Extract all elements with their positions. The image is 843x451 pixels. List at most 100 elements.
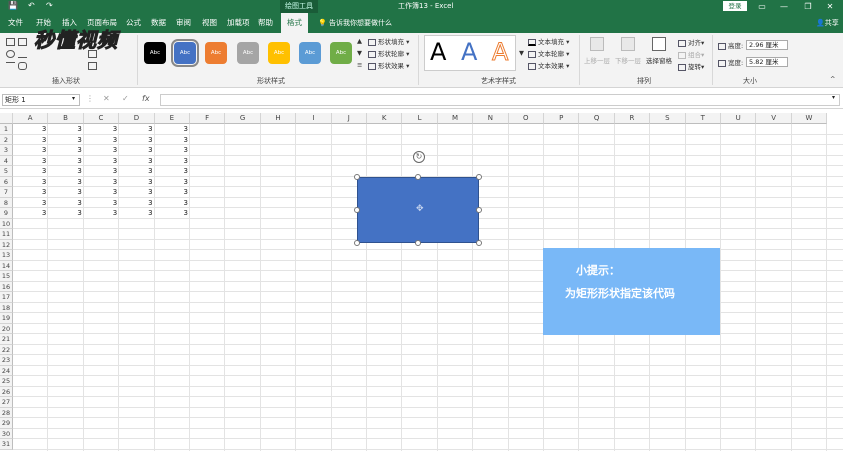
resize-handle-bottom-right[interactable]	[476, 240, 482, 246]
cell[interactable]: 3	[84, 145, 119, 156]
rotate-handle-icon[interactable]: ↻	[413, 151, 425, 163]
row-header[interactable]: 24	[0, 365, 13, 376]
row-header[interactable]: 30	[0, 428, 13, 439]
cell[interactable]: 3	[155, 124, 190, 135]
ribbon-display-icon[interactable]: ▭	[751, 0, 773, 13]
wordart-black[interactable]: A	[430, 36, 446, 68]
tab-data[interactable]: 数据	[151, 13, 166, 33]
resize-handle-top-right[interactable]	[476, 174, 482, 180]
column-header[interactable]: I	[296, 113, 332, 124]
login-button[interactable]: 登录	[723, 1, 747, 11]
gallery-scroll-down-icon[interactable]: ▼	[357, 49, 362, 57]
cell[interactable]: 3	[48, 135, 83, 146]
selection-pane-icon[interactable]	[652, 37, 666, 51]
shape-style-swatch-black[interactable]: Abc	[144, 42, 166, 64]
shape-style-swatch-gold[interactable]: Abc	[268, 42, 290, 64]
row-header[interactable]: 14	[0, 260, 13, 271]
cell[interactable]: 3	[119, 208, 154, 219]
column-header[interactable]: O	[508, 113, 544, 124]
shape-style-swatch-blue[interactable]: Abc	[171, 39, 199, 67]
tell-me-search[interactable]: 💡 告诉我你想要做什么	[318, 13, 392, 33]
row-header[interactable]: 13	[0, 250, 13, 261]
text-box-icon[interactable]	[88, 62, 97, 70]
wordart-blue[interactable]: A	[461, 36, 477, 68]
cancel-icon[interactable]: ✕	[103, 94, 110, 103]
send-backward-button[interactable]: 下移一层	[615, 55, 641, 65]
column-header[interactable]: M	[437, 113, 474, 124]
cell[interactable]: 3	[13, 198, 48, 209]
cell[interactable]: 3	[13, 208, 48, 219]
restore-icon[interactable]: ❐	[797, 0, 819, 13]
column-header[interactable]: N	[473, 113, 509, 124]
cell[interactable]: 3	[119, 145, 154, 156]
row-header[interactable]: 3	[0, 145, 13, 156]
group-button[interactable]: 组合▾	[678, 49, 704, 59]
row-header[interactable]: 25	[0, 376, 13, 387]
cell[interactable]: 3	[13, 166, 48, 177]
shape-effects-button[interactable]: 形状效果 ▾	[368, 60, 409, 70]
cell[interactable]: 3	[48, 208, 83, 219]
column-header[interactable]: A	[13, 113, 49, 124]
bring-forward-icon[interactable]	[590, 37, 604, 51]
cell[interactable]: 3	[48, 166, 83, 177]
shape-style-swatch-orange[interactable]: Abc	[205, 42, 227, 64]
rectangle-shape[interactable]: ✥	[357, 177, 479, 243]
row-header[interactable]: 22	[0, 344, 13, 355]
tab-formulas[interactable]: 公式	[126, 13, 141, 33]
line-shape-icon[interactable]	[6, 62, 15, 70]
cell[interactable]: 3	[84, 177, 119, 188]
row-header[interactable]: 2	[0, 134, 13, 145]
resize-handle-right[interactable]	[476, 207, 482, 213]
cell[interactable]: 3	[48, 187, 83, 198]
gallery-more-icon[interactable]: ≡	[357, 61, 362, 69]
cell[interactable]: 3	[155, 166, 190, 177]
row-header[interactable]: 9	[0, 208, 13, 219]
resize-handle-top-left[interactable]	[354, 174, 360, 180]
row-header[interactable]: 31	[0, 439, 13, 450]
collapse-ribbon-icon[interactable]: ^	[830, 75, 835, 83]
height-input[interactable]: 2.96 厘米	[746, 40, 788, 50]
close-icon[interactable]: ✕	[819, 0, 841, 13]
cell[interactable]: 3	[119, 156, 154, 167]
cell[interactable]: 3	[119, 198, 154, 209]
tab-addins[interactable]: 加载项	[227, 13, 250, 33]
shape-style-swatch-lightblue[interactable]: Abc	[299, 42, 321, 64]
minimize-icon[interactable]: —	[773, 0, 795, 13]
formula-input[interactable]	[160, 94, 840, 106]
row-header[interactable]: 15	[0, 271, 13, 282]
save-icon[interactable]: 💾	[8, 1, 18, 10]
expand-formula-bar-icon[interactable]: ▾	[832, 94, 835, 101]
shape-style-swatch-gray[interactable]: Abc	[237, 42, 259, 64]
resize-handle-top[interactable]	[415, 174, 421, 180]
column-header[interactable]: V	[756, 113, 792, 124]
name-box-dropdown-icon[interactable]: ▾	[72, 95, 75, 102]
rotate-button[interactable]: 旋转▾	[678, 61, 704, 71]
rectangle-shape-icon[interactable]	[18, 38, 27, 46]
cell[interactable]: 3	[119, 166, 154, 177]
cell[interactable]: 3	[84, 156, 119, 167]
row-header[interactable]: 18	[0, 302, 13, 313]
cell[interactable]: 3	[155, 198, 190, 209]
width-input[interactable]: 5.82 厘米	[746, 57, 788, 67]
column-header[interactable]: P	[544, 113, 580, 124]
cell[interactable]: 3	[119, 135, 154, 146]
row-header[interactable]: 10	[0, 218, 13, 229]
column-header[interactable]: Q	[579, 113, 615, 124]
text-box-shape-icon[interactable]	[6, 38, 15, 46]
tab-view[interactable]: 视图	[202, 13, 217, 33]
column-header[interactable]: K	[367, 113, 403, 124]
curve-shape-icon[interactable]	[18, 62, 27, 70]
column-header[interactable]: U	[721, 113, 757, 124]
column-header[interactable]: C	[83, 113, 120, 124]
cell[interactable]: 3	[84, 135, 119, 146]
cell[interactable]: 3	[84, 124, 119, 135]
cell[interactable]: 3	[13, 177, 48, 188]
cell[interactable]: 3	[13, 145, 48, 156]
shape-outline-button[interactable]: 形状轮廓 ▾	[368, 48, 409, 58]
row-header[interactable]: 26	[0, 386, 13, 397]
resize-handle-bottom[interactable]	[415, 240, 421, 246]
cell[interactable]: 3	[13, 187, 48, 198]
row-header[interactable]: 20	[0, 323, 13, 334]
cell[interactable]: 3	[84, 208, 119, 219]
name-box[interactable]: 矩形 1	[2, 94, 80, 106]
